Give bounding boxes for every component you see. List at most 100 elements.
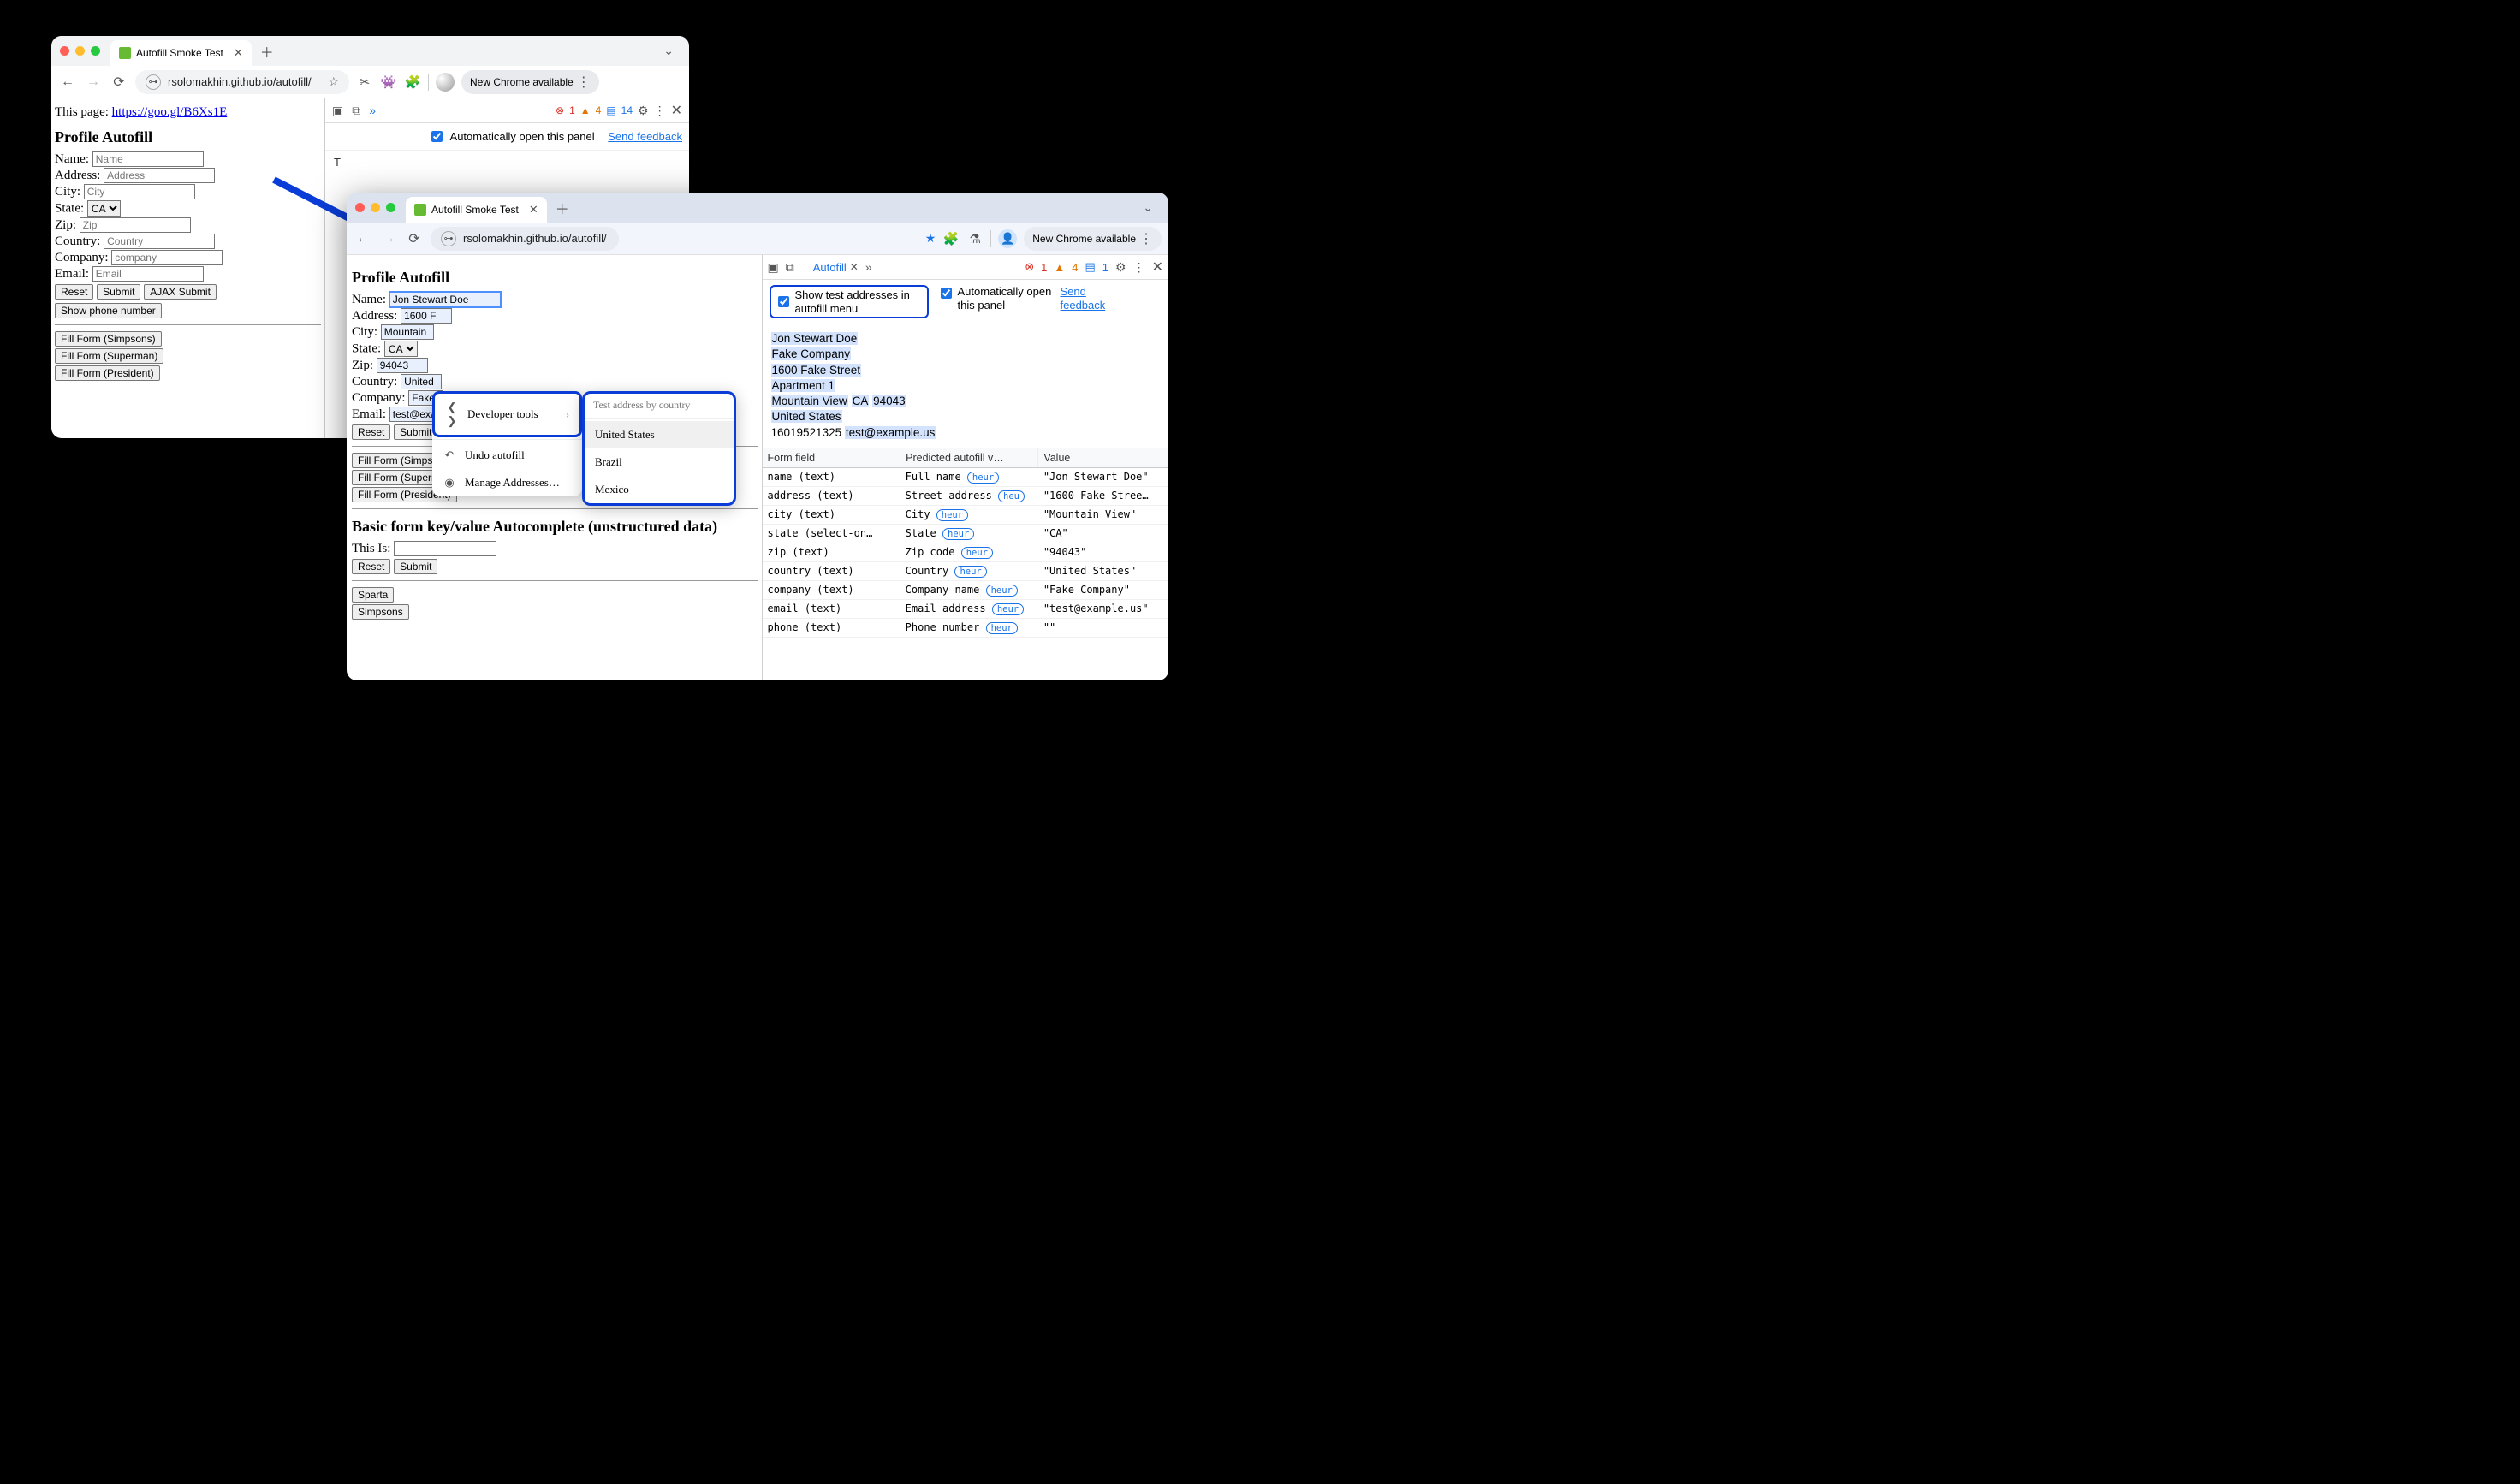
bookmark-star-icon[interactable]: ★ [925,231,936,246]
col-value[interactable]: Value [1038,448,1168,468]
developer-tools-item[interactable]: ❮ ❯ Developer tools › [432,391,582,437]
table-row[interactable]: country (text)Country heur"United States… [763,561,1168,580]
fill-superman-button[interactable]: Fill Form (Superman) [55,348,163,364]
back-button[interactable]: ← [58,74,77,90]
close-window-icon[interactable] [60,46,69,56]
auto-open-checkbox[interactable] [941,288,952,299]
labs-icon[interactable]: ⚗︎ [966,231,984,246]
tab-close-icon[interactable]: ✕ [234,46,243,60]
close-devtools-icon[interactable]: ✕ [1152,258,1163,276]
new-tab-button[interactable]: ＋ [260,41,274,62]
profile-avatar[interactable] [436,73,455,92]
table-row[interactable]: state (select-on…State heur"CA" [763,524,1168,543]
more-tabs-icon[interactable]: » [865,260,872,274]
reload-button[interactable]: ⟳ [110,74,128,91]
submit-button[interactable]: Submit [394,424,437,440]
state-select[interactable]: CA [384,341,418,357]
reset-button[interactable]: Reset [352,424,390,440]
puzzle-icon[interactable]: 🧩 [942,231,960,246]
reset-button-2[interactable]: Reset [352,559,390,574]
state-select[interactable]: CA [87,200,121,217]
site-info-icon[interactable]: ⊶ [441,231,456,246]
zip-input[interactable] [80,217,191,233]
address-bar[interactable]: ⊶ rsolomakhin.github.io/autofill/ ☆ [135,70,349,94]
table-row[interactable]: city (text)City heur"Mountain View" [763,505,1168,524]
update-chrome-button[interactable]: New Chrome available ⋮ [461,70,599,94]
address-input[interactable] [401,308,452,324]
forward-button[interactable]: → [84,74,103,90]
site-info-icon[interactable]: ⊶ [146,74,161,90]
tab-search-icon[interactable]: ⌄ [657,40,681,62]
country-input[interactable] [104,234,215,249]
browser-tab[interactable]: Autofill Smoke Test ✕ [406,197,547,223]
error-icon[interactable]: ⊗ [1025,260,1034,274]
address-input[interactable] [104,168,215,183]
city-input[interactable] [381,324,434,340]
gear-icon[interactable]: ⚙ [1115,260,1126,275]
info-icon[interactable]: ▤ [606,104,615,116]
company-input[interactable] [111,250,223,265]
submit-button-2[interactable]: Submit [394,559,437,574]
show-phone-button[interactable]: Show phone number [55,303,162,318]
col-form-field[interactable]: Form field [763,448,900,468]
send-feedback-link[interactable]: Send feedback [1061,285,1120,312]
error-icon[interactable]: ⊗ [556,104,564,116]
kebab-icon[interactable]: ⋮ [654,104,666,118]
browser-tab[interactable]: Autofill Smoke Test ✕ [110,40,252,66]
autofill-tab[interactable]: Autofill ✕ [813,261,859,274]
tab-close-icon[interactable]: ✕ [529,203,538,217]
name-input[interactable] [92,151,204,167]
new-tab-button[interactable]: ＋ [556,198,569,218]
this-page-link[interactable]: https://goo.gl/B6Xs1E [112,105,228,119]
device-mode-icon[interactable]: ⧉ [786,260,794,275]
close-devtools-icon[interactable]: ✕ [671,102,682,119]
country-input[interactable] [401,374,442,389]
maximize-window-icon[interactable] [91,46,100,56]
warning-icon[interactable]: ▲ [580,104,591,116]
table-row[interactable]: name (text)Full name heur"Jon Stewart Do… [763,467,1168,486]
table-row[interactable]: address (text)Street address heu"1600 Fa… [763,486,1168,505]
auto-open-checkbox[interactable] [431,131,443,142]
warning-icon[interactable]: ▲ [1054,261,1065,274]
reload-button[interactable]: ⟳ [405,230,424,247]
cut-icon[interactable]: ✂︎ [356,74,373,90]
simpsons-button[interactable]: Simpsons [352,604,409,620]
maximize-window-icon[interactable] [386,203,395,212]
send-feedback-link[interactable]: Send feedback [608,130,682,143]
ajax-submit-button[interactable]: AJAX Submit [144,284,217,300]
minimize-window-icon[interactable] [371,203,380,212]
table-row[interactable]: phone (text)Phone number heur"" [763,618,1168,637]
country-brazil-item[interactable]: Brazil [585,448,734,476]
kebab-icon[interactable]: ⋮ [1133,260,1145,275]
address-bar[interactable]: ⊶ rsolomakhin.github.io/autofill/ [431,227,619,251]
reset-button[interactable]: Reset [55,284,93,300]
extension-icon[interactable]: 👾 [380,74,397,90]
zip-input[interactable] [377,358,428,373]
table-row[interactable]: email (text)Email address heur"test@exam… [763,599,1168,618]
close-window-icon[interactable] [355,203,365,212]
more-tabs-icon[interactable]: » [369,104,376,117]
fill-president-button[interactable]: Fill Form (President) [55,365,160,381]
info-icon[interactable]: ▤ [1085,260,1096,274]
minimize-window-icon[interactable] [75,46,85,56]
table-row[interactable]: company (text)Company name heur"Fake Com… [763,580,1168,599]
show-test-addresses-checkbox[interactable] [778,296,789,307]
puzzle-icon[interactable]: 🧩 [404,74,421,90]
col-predicted[interactable]: Predicted autofill v… [900,448,1038,468]
email-input[interactable] [92,266,204,282]
forward-button[interactable]: → [379,231,398,246]
tab-search-icon[interactable]: ⌄ [1136,197,1160,218]
country-us-item[interactable]: United States [585,421,734,448]
undo-autofill-item[interactable]: ↶ Undo autofill [432,442,582,469]
back-button[interactable]: ← [354,231,372,246]
close-tab-icon[interactable]: ✕ [850,261,859,273]
country-mexico-item[interactable]: Mexico [585,476,734,503]
update-chrome-button[interactable]: New Chrome available ⋮ [1024,227,1162,251]
city-input[interactable] [84,184,195,199]
manage-addresses-item[interactable]: ◉ Manage Addresses… [432,469,582,496]
table-row[interactable]: zip (text)Zip code heur"94043" [763,543,1168,561]
submit-button[interactable]: Submit [97,284,140,300]
profile-avatar[interactable]: 👤 [998,229,1017,248]
inspect-icon[interactable]: ▣ [332,104,343,118]
sparta-button[interactable]: Sparta [352,587,394,603]
